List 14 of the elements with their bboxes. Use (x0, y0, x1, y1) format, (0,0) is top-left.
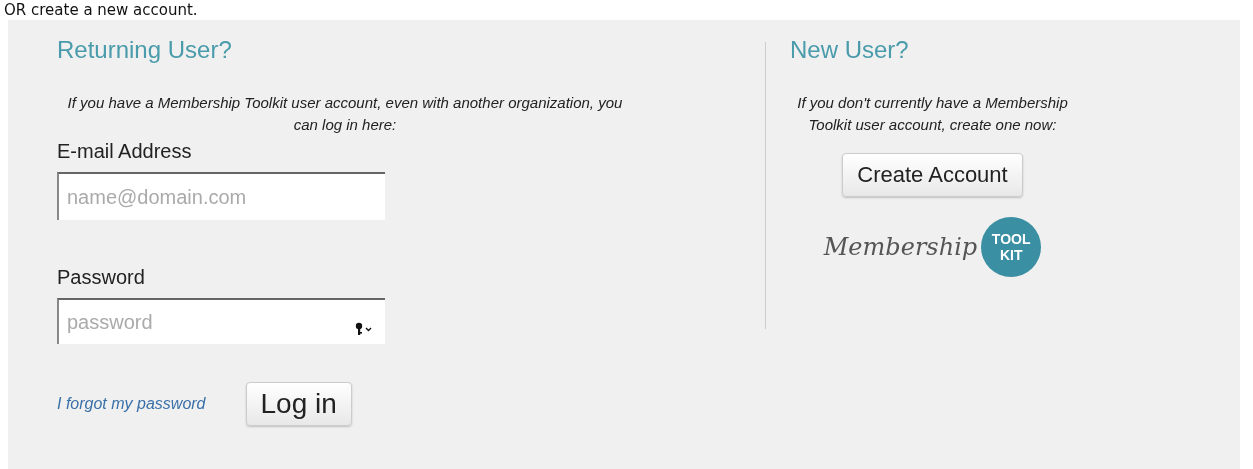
description-text: If you don't currently have a Membership Toolkit user account, create one now: (796, 93, 1069, 135)
field-label: E-mail Address (57, 139, 193, 164)
forgot-password-link[interactable]: I forgot my password (57, 395, 206, 413)
login-button[interactable]: Log in (245, 382, 352, 426)
email-field[interactable]: name@domain.com (57, 172, 385, 220)
logo-text: Membership (823, 233, 978, 261)
field-label: Password (57, 265, 146, 290)
logo-badge: TOOL KIT (981, 217, 1042, 277)
create-account-button[interactable]: Create Account (842, 153, 1023, 197)
section-heading: Returning User? (57, 35, 233, 65)
description-text: If you have a Membership Toolkit user account, even with another organization, you can log in here: (66, 93, 624, 135)
password-field[interactable]: password (57, 298, 385, 344)
section-text: OR create a new account. (3, 0, 199, 20)
section-heading: New User? (790, 35, 909, 65)
